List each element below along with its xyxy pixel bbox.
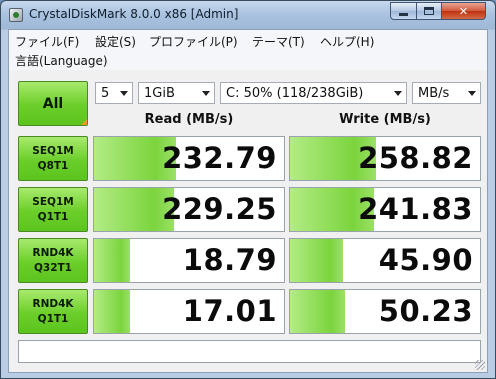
- result-bar: [290, 239, 344, 282]
- close-button[interactable]: ✕: [441, 2, 486, 20]
- menu-file[interactable]: ファイル(F): [15, 33, 79, 50]
- all-button[interactable]: All: [18, 81, 88, 126]
- resize-grip-icon[interactable]: [475, 360, 485, 370]
- test-button-seq1m-q8t1[interactable]: SEQ1M Q8T1: [18, 136, 88, 181]
- read-column-header: Read (MB/s): [144, 112, 234, 127]
- write-result-seq1m-q8t1: 258.82: [289, 136, 481, 181]
- result-bar: [94, 239, 131, 282]
- window-title: CrystalDiskMark 8.0.0 x86 [Admin]: [29, 7, 239, 21]
- test-label-line1: SEQ1M: [32, 144, 74, 157]
- read-result-rnd4k-q32t1: 18.79: [93, 238, 285, 283]
- test-label-line1: SEQ1M: [32, 195, 74, 208]
- read-result-seq1m-q8t1: 232.79: [93, 136, 285, 181]
- result-value: 50.23: [378, 294, 473, 328]
- drive-select[interactable]: C: 50% (118/238GiB): [220, 82, 407, 104]
- close-icon: ✕: [458, 4, 469, 18]
- write-column-header: Write (MB/s): [339, 112, 431, 127]
- maximize-icon: [424, 7, 434, 15]
- maximize-button[interactable]: [416, 2, 442, 20]
- chevron-down-icon: [120, 91, 128, 96]
- chevron-down-icon: [468, 91, 476, 96]
- menu-profile[interactable]: プロファイル(P): [149, 33, 238, 50]
- title-bar[interactable]: CrystalDiskMark 8.0.0 x86 [Admin] ✕: [1, 1, 495, 29]
- write-result-rnd4k-q32t1: 45.90: [289, 238, 481, 283]
- drive-value: C: 50% (118/238GiB): [226, 85, 364, 101]
- write-result-seq1m-q1t1: 241.83: [289, 187, 481, 232]
- read-result-seq1m-q1t1: 229.25: [93, 187, 285, 232]
- test-count-value: 5: [101, 85, 110, 101]
- test-button-rnd4k-q32t1[interactable]: RND4K Q32T1: [18, 238, 88, 283]
- client-area: ファイル(F) 設定(S) プロファイル(P) テーマ(T) ヘルプ(H) 言語…: [8, 29, 488, 373]
- unit-select[interactable]: MB/s: [412, 82, 481, 104]
- app-window: CrystalDiskMark 8.0.0 x86 [Admin] ✕ ファイル…: [0, 0, 496, 379]
- test-label-line2: Q1T1: [37, 210, 69, 223]
- test-label-line1: RND4K: [32, 246, 74, 259]
- result-bar: [94, 290, 131, 333]
- write-result-rnd4k-q1t1: 50.23: [289, 289, 481, 334]
- menu-help[interactable]: ヘルプ(H): [320, 33, 374, 50]
- result-value: 229.25: [162, 192, 277, 226]
- result-value: 232.79: [162, 141, 277, 175]
- test-label-line2: Q1T1: [37, 312, 69, 325]
- menu-theme[interactable]: テーマ(T): [252, 33, 305, 50]
- test-count-select[interactable]: 5: [95, 82, 133, 104]
- minimize-button[interactable]: [390, 2, 417, 20]
- result-bar: [290, 290, 346, 333]
- comment-field[interactable]: [18, 340, 481, 363]
- unit-value: MB/s: [418, 85, 450, 101]
- all-button-label: All: [42, 95, 64, 112]
- test-size-value: 1GiB: [144, 85, 175, 101]
- test-button-seq1m-q1t1[interactable]: SEQ1M Q1T1: [18, 187, 88, 232]
- result-value: 18.79: [182, 243, 277, 277]
- result-value: 241.83: [358, 192, 473, 226]
- test-size-select[interactable]: 1GiB: [138, 82, 215, 104]
- minimize-icon: [399, 12, 408, 16]
- test-button-rnd4k-q1t1[interactable]: RND4K Q1T1: [18, 289, 88, 334]
- chevron-down-icon: [202, 91, 210, 96]
- read-result-rnd4k-q1t1: 17.01: [93, 289, 285, 334]
- chevron-down-icon: [394, 91, 402, 96]
- test-label-line1: RND4K: [32, 297, 74, 310]
- menu-bar: ファイル(F) 設定(S) プロファイル(P) テーマ(T) ヘルプ(H) 言語…: [9, 30, 487, 70]
- result-value: 17.01: [182, 294, 277, 328]
- test-label-line2: Q32T1: [33, 261, 72, 274]
- menu-settings[interactable]: 設定(S): [95, 33, 136, 50]
- result-value: 258.82: [358, 141, 473, 175]
- result-value: 45.90: [378, 243, 473, 277]
- menu-language[interactable]: 言語(Language): [15, 52, 108, 69]
- test-label-line2: Q8T1: [37, 159, 69, 172]
- app-icon[interactable]: [9, 8, 23, 22]
